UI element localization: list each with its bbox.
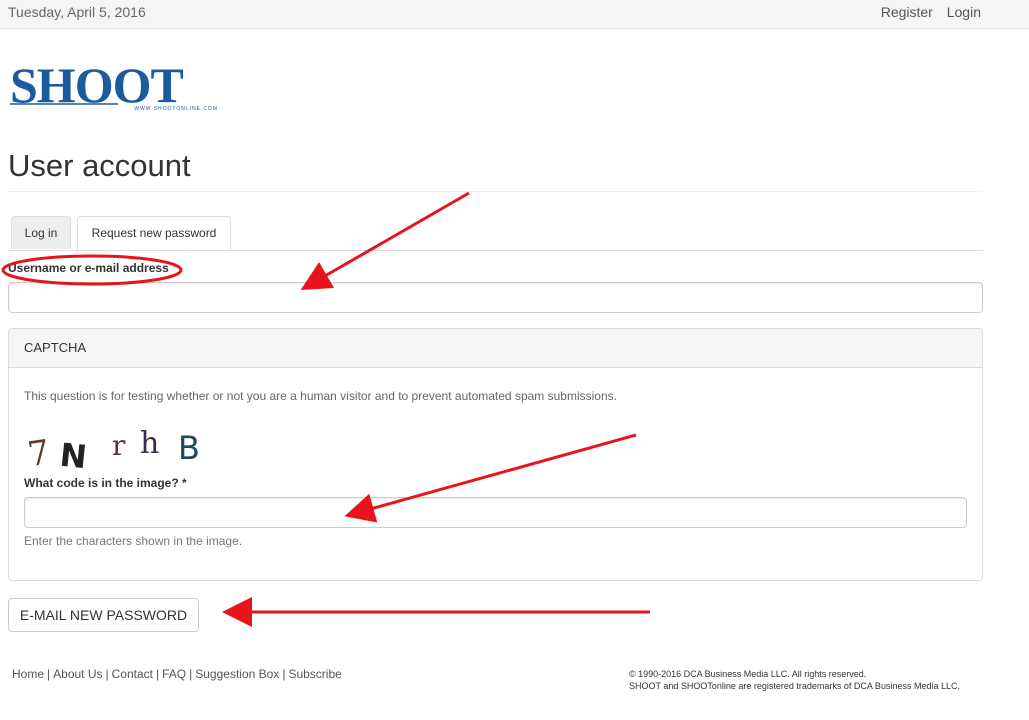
account-links: Register Login [871, 4, 981, 20]
captcha-char: 7 [25, 433, 52, 473]
footer-link-faq[interactable]: FAQ [162, 667, 186, 681]
captcha-heading: CAPTCHA [9, 329, 982, 368]
captcha-image: 7 N r h B [25, 426, 200, 473]
email-new-password-button[interactable]: E-MAIL NEW PASSWORD [8, 598, 199, 632]
captcha-char: B [178, 429, 200, 467]
title-divider [8, 191, 983, 192]
current-date: Tuesday, April 5, 2016 [8, 4, 146, 20]
login-link[interactable]: Login [947, 4, 981, 20]
username-input[interactable] [8, 282, 983, 313]
captcha-input[interactable] [24, 497, 967, 528]
tab-request-new-password[interactable]: Request new password [77, 216, 231, 250]
captcha-panel: CAPTCHA This question is for testing whe… [8, 328, 983, 581]
copyright-notice: © 1990-2016 DCA Business Media LLC. All … [629, 668, 960, 692]
captcha-help-text: Enter the characters shown in the image. [24, 534, 243, 548]
captcha-char: h [140, 426, 159, 461]
captcha-question-text: What code is in the image? [24, 476, 179, 490]
footer-separator: | [282, 667, 286, 681]
top-bar: Tuesday, April 5, 2016 Register Login [0, 0, 1029, 29]
required-marker: * [172, 261, 177, 275]
required-marker: * [182, 476, 187, 490]
page-title: User account [8, 148, 191, 183]
footer-separator: | [47, 667, 51, 681]
tab-log-in[interactable]: Log in [11, 216, 71, 249]
site-logo[interactable]: SHOOT WWW.SHOOTONLINE.COM [10, 60, 220, 114]
copyright-line: © 1990-2016 DCA Business Media LLC. All … [629, 669, 867, 679]
trademark-line: SHOOT and SHOOTonline are registered tra… [629, 681, 960, 691]
username-label: Username or e-mail address * [8, 261, 177, 275]
username-label-text: Username or e-mail address [8, 261, 169, 275]
footer-separator: | [189, 667, 193, 681]
footer-link-home[interactable]: Home [12, 667, 44, 681]
account-tabs: Log in Request new password [8, 216, 983, 251]
captcha-char: r [112, 429, 126, 462]
footer-separator: | [155, 667, 160, 681]
captcha-description: This question is for testing whether or … [24, 389, 617, 403]
footer-nav: Home | About Us | Contact | FAQ | Suggestion Box… [12, 667, 342, 681]
footer-link-contact[interactable]: Contact [112, 667, 153, 681]
captcha-question-label: What code is in the image? * [24, 476, 187, 490]
logo-underline [10, 103, 118, 105]
captcha-char: N [58, 436, 89, 473]
register-link[interactable]: Register [881, 4, 933, 20]
footer-separator: | [105, 667, 109, 681]
footer-link-about-us[interactable]: About Us [53, 667, 102, 681]
footer-link-suggestion-box[interactable]: Suggestion Box [195, 667, 279, 681]
footer-link-subscribe[interactable]: Subscribe [288, 667, 341, 681]
